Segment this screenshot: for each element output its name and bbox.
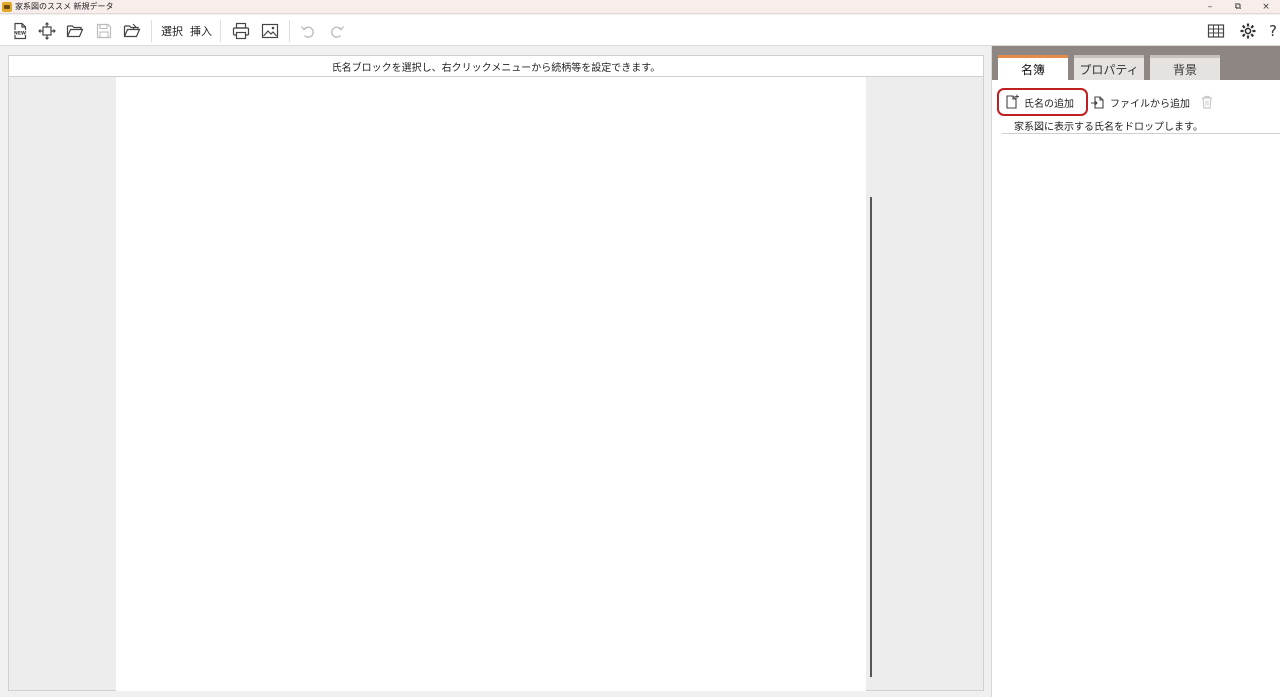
title-bar: 家系図のススメ 新規データ – ⧉ × (0, 0, 1280, 14)
tab-properties[interactable]: プロパティ (1074, 55, 1144, 80)
side-panel: 名簿 プロパティ 背景 氏名の追加 ファイルから追加 家系図に表示する氏名をドロ… (991, 46, 1280, 697)
new-file-icon: NEW (14, 22, 27, 40)
minimize-button[interactable]: – (1196, 0, 1224, 14)
canvas-hint-bar: 氏名ブロックを選択し、右クリックメニューから続柄等を設定できます。 (9, 56, 983, 77)
grid-toggle-button[interactable] (1205, 20, 1227, 42)
delete-button[interactable] (1199, 94, 1219, 110)
roster-drop-hint: 家系図に表示する氏名をドロップします。 (1002, 118, 1280, 134)
gear-icon (1240, 23, 1256, 39)
folder-icon (123, 23, 141, 38)
add-name-button[interactable]: 氏名の追加 (1004, 94, 1074, 110)
folder-open-icon (66, 25, 84, 38)
toolbar-separator (151, 20, 152, 42)
canvas-hint-text: 氏名ブロックを選択し、右クリックメニューから続柄等を設定できます。 (331, 62, 661, 74)
save-button[interactable] (93, 20, 115, 42)
vertical-scrollbar[interactable] (870, 197, 872, 677)
tab-roster[interactable]: 名簿 (998, 55, 1068, 80)
save-icon (96, 23, 112, 39)
redo-icon (331, 26, 344, 38)
panel-tabstrip: 名簿 プロパティ 背景 (992, 46, 1280, 80)
undo-icon (301, 26, 314, 38)
import-file-icon (1091, 96, 1104, 109)
tab-background[interactable]: 背景 (1150, 55, 1220, 80)
undo-button[interactable] (297, 20, 319, 42)
select-mode-button[interactable]: 選択 (161, 23, 183, 39)
export-image-button[interactable] (259, 20, 281, 42)
add-from-file-label: ファイルから追加 (1110, 98, 1190, 110)
printer-icon (232, 22, 250, 40)
help-icon: ? (1269, 22, 1277, 40)
grid-icon (1207, 24, 1225, 38)
close-button[interactable]: × (1252, 0, 1280, 14)
add-from-file-button[interactable]: ファイルから追加 (1090, 94, 1190, 110)
open-folder-button[interactable] (121, 20, 143, 42)
toolbar-separator (289, 20, 290, 42)
family-tree-page[interactable] (116, 77, 866, 691)
add-document-icon (1006, 94, 1019, 109)
main-toolbar: NEW 選択 挿入 ? (0, 15, 1280, 46)
open-file-button[interactable] (64, 20, 86, 42)
app-icon (2, 1, 12, 12)
insert-mode-button[interactable]: 挿入 (190, 23, 212, 39)
trash-icon (1202, 95, 1212, 109)
canvas-area[interactable]: 氏名ブロックを選択し、右クリックメニューから続柄等を設定できます。 (8, 55, 984, 691)
window-controls: – ⧉ × (1196, 0, 1280, 14)
image-icon (261, 23, 279, 39)
roster-actions: 氏名の追加 ファイルから追加 (992, 88, 1280, 116)
help-button[interactable]: ? (1266, 20, 1280, 42)
move-icon (38, 22, 56, 40)
window-title: 家系図のススメ 新規データ (15, 2, 114, 11)
move-button[interactable] (36, 20, 58, 42)
toolbar-separator (220, 20, 221, 42)
settings-button[interactable] (1237, 20, 1259, 42)
new-file-button[interactable]: NEW (9, 20, 31, 42)
print-button[interactable] (230, 20, 252, 42)
redo-button[interactable] (326, 20, 348, 42)
add-name-label: 氏名の追加 (1024, 98, 1074, 110)
svg-text:NEW: NEW (14, 30, 26, 36)
restore-button[interactable]: ⧉ (1224, 0, 1252, 14)
